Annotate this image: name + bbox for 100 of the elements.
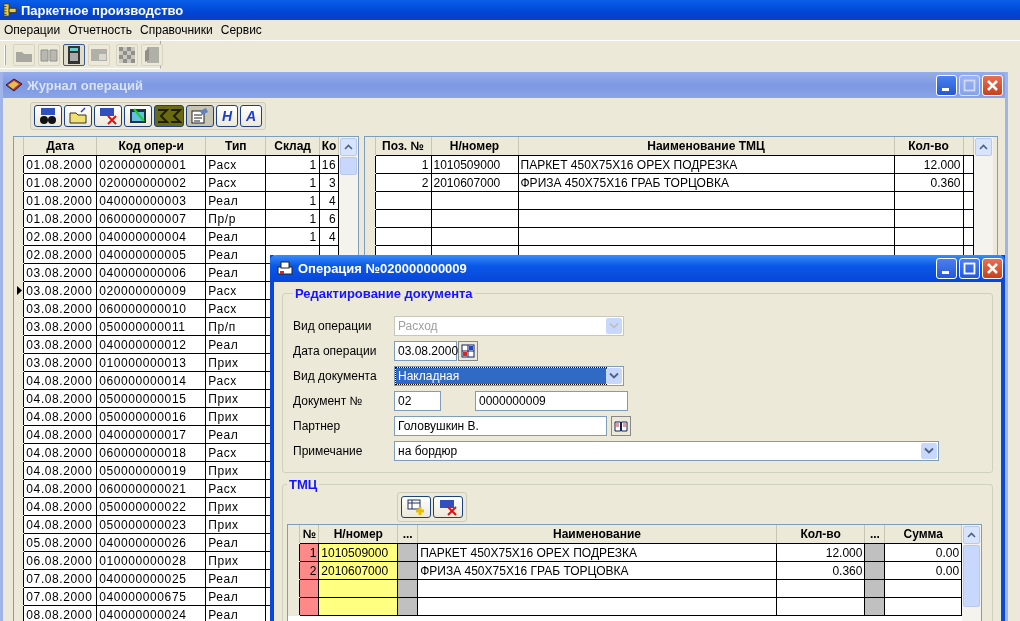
table-cell: Реал (205, 191, 266, 210)
column-header: Поз. № (375, 137, 431, 156)
close-button[interactable] (982, 258, 1003, 279)
delete-icon[interactable] (94, 105, 122, 127)
dropdown-field[interactable]: Накладная (394, 365, 624, 386)
table-cell: 4 (329, 229, 337, 244)
menu-item[interactable]: Сервис (216, 23, 266, 37)
table-cell: 04.08.2000 (23, 407, 97, 426)
close-button[interactable] (982, 74, 1003, 96)
column-header: Наименование (417, 525, 777, 544)
table-cell: 04.08.2000 (23, 425, 97, 444)
table-cell: 060000000021 (96, 479, 206, 498)
table-icon[interactable] (124, 105, 152, 127)
table-cell: 060000000014 (96, 371, 206, 390)
table-cell: 1010509000 (431, 155, 518, 174)
table-cell: 0.00 (884, 561, 962, 580)
table-cell: 04.08.2000 (23, 371, 97, 390)
table-cell: 010000000028 (96, 551, 206, 570)
menu-item[interactable]: Операции (0, 23, 65, 37)
table-cell: Прих (205, 353, 266, 372)
calendar-icon[interactable] (458, 340, 478, 361)
table-cell: 040000000004 (96, 227, 206, 246)
table-cell: Пр/р (205, 209, 266, 228)
column-header: Кол-во (776, 525, 865, 544)
window-title: Операция №020000000009 (298, 261, 468, 276)
column-header: Склад (265, 137, 320, 156)
caret-down-icon[interactable] (609, 372, 619, 379)
table-cell: 1 (309, 229, 317, 244)
minimize-icon[interactable] (942, 87, 949, 91)
delete-row-icon[interactable] (433, 496, 463, 518)
table-cell: 050000000019 (96, 461, 206, 480)
close-icon[interactable] (987, 79, 998, 91)
add-row-icon[interactable] (401, 496, 431, 518)
table-cell: Реал (205, 425, 266, 444)
caret-down-icon[interactable] (924, 447, 934, 454)
table-cell: 07.08.2000 (23, 569, 97, 588)
table-cell: 010000000013 (96, 353, 206, 372)
input-field[interactable]: 0000000009 (475, 390, 628, 411)
input-field[interactable]: 02 (394, 390, 441, 411)
table-cell: 12.000 (894, 155, 963, 174)
table-cell: Реал (205, 335, 266, 354)
table-cell: 12.000 (776, 543, 865, 562)
table-cell: 020000000002 (96, 173, 206, 192)
table-cell: 16 (321, 157, 337, 172)
table-cell: 040000000024 (96, 605, 206, 621)
menu-item[interactable]: Отчетность (64, 23, 137, 37)
table-cell: 1 (309, 157, 317, 172)
calculator-icon[interactable] (63, 43, 85, 66)
folder-icon[interactable] (64, 105, 92, 127)
table-cell: 06.08.2000 (23, 551, 97, 570)
table-cell: 04.08.2000 (23, 497, 97, 516)
table-cell: 040000000675 (96, 587, 206, 606)
column-header: Тип (205, 137, 266, 156)
table-cell: Расх (205, 281, 266, 300)
table-cell: ПАРКЕТ 450X75X16 ОРЕХ ПОДРЕЗКА (417, 543, 777, 562)
table-cell: 1 (309, 211, 317, 226)
minimize-button[interactable] (936, 74, 957, 96)
binoculars-icon[interactable] (34, 105, 62, 127)
table-cell: 040000000026 (96, 533, 206, 552)
table-cell: Расх (205, 479, 266, 498)
table-cell: 3 (329, 175, 337, 190)
table-cell: 03.08.2000 (23, 281, 97, 300)
date-field[interactable]: 03.08.2000 (394, 340, 457, 361)
toolbar-button[interactable]: Н (216, 105, 238, 127)
table-cell: Реал (205, 245, 266, 264)
table-cell: 050000000022 (96, 497, 206, 516)
caret-up-icon[interactable] (978, 144, 988, 150)
column-header: Ко (319, 137, 339, 156)
table-cell: 01.08.2000 (23, 173, 97, 192)
table-cell: 050000000016 (96, 407, 206, 426)
table-cell: Реал (205, 569, 266, 588)
table-cell: 050000000023 (96, 515, 206, 534)
column-header: Н/номер (318, 525, 398, 544)
column-header: ... (864, 525, 885, 544)
caret-up-icon[interactable] (967, 532, 977, 538)
field-label: Примечание (293, 443, 364, 458)
caret-up-icon[interactable] (344, 144, 354, 150)
table-cell: 040000000025 (96, 569, 206, 588)
input-field[interactable]: Головушкин В. (394, 415, 607, 436)
document-icon[interactable] (186, 105, 214, 127)
scroll-thumb[interactable] (340, 157, 357, 175)
field-label: Вид документа (293, 368, 378, 383)
table-cell: Пр/п (205, 317, 266, 336)
scroll-thumb[interactable] (963, 545, 980, 607)
group-title: Редактирование документа (294, 286, 474, 301)
table-cell: ФРИЗА 450X75X16 ГРАБ ТОРЦОВКА (417, 561, 777, 580)
scrollbar[interactable] (962, 525, 981, 621)
table-cell: 060000000007 (96, 209, 206, 228)
toolbar-button[interactable]: А (240, 105, 262, 127)
minimize-button[interactable] (936, 258, 957, 279)
menu-item[interactable]: Справочники (136, 23, 217, 37)
checker-icon[interactable] (116, 43, 138, 66)
table-cell: 040000000006 (96, 263, 206, 282)
table-cell: 0.00 (884, 543, 962, 562)
column-header: Н/номер (431, 137, 518, 156)
close-icon[interactable] (987, 263, 998, 274)
dropdown-field[interactable]: на бордюр (394, 440, 939, 461)
table-cell: 04.08.2000 (23, 479, 97, 498)
field-label: Дата операции (293, 343, 378, 358)
table-cell: 01.08.2000 (23, 209, 97, 228)
